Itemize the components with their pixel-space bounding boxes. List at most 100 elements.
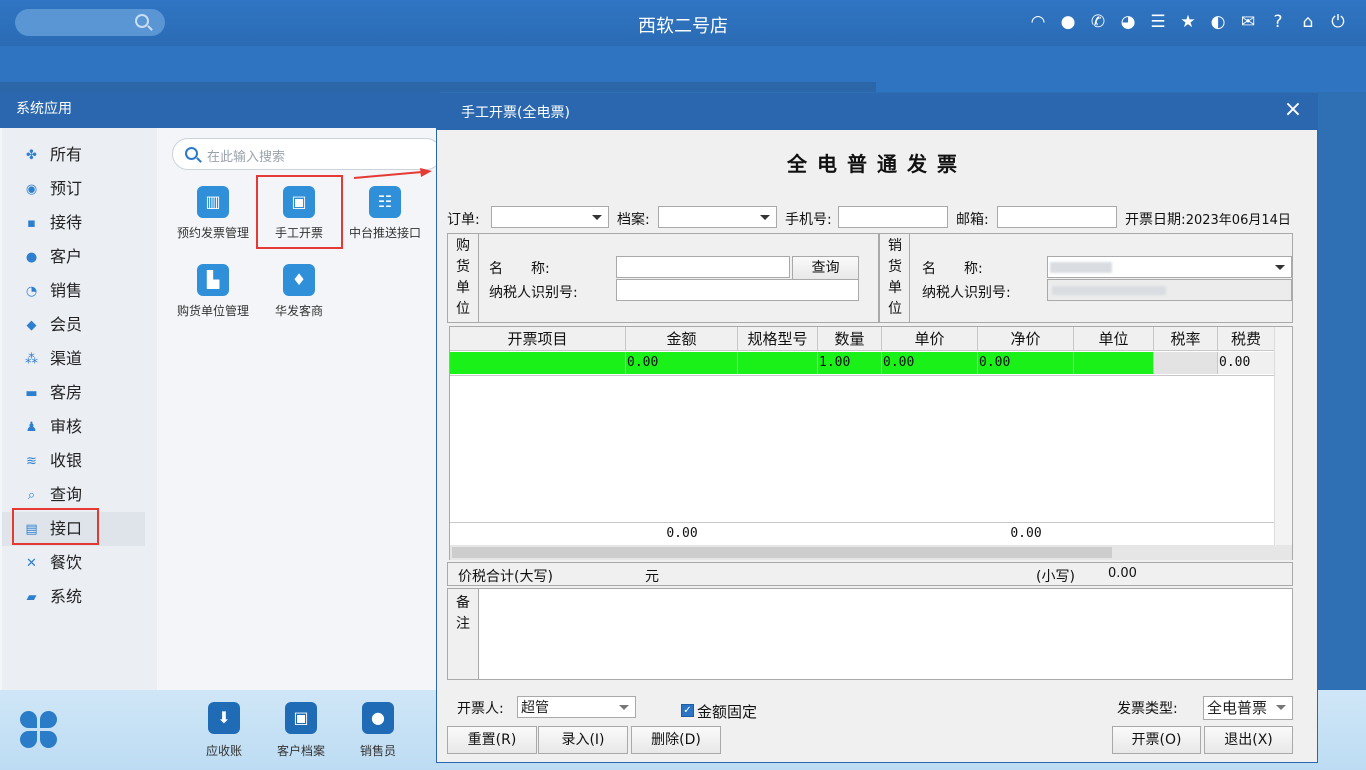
delete-button[interactable]: 删除(D) xyxy=(631,726,721,754)
home-icon[interactable]: ⌂ xyxy=(1298,11,1318,33)
sidebar-item-rooms[interactable]: ▬ 客房 xyxy=(2,376,157,410)
sidebar-item-query[interactable]: ⌕ 查询 xyxy=(2,478,157,512)
email-input[interactable] xyxy=(997,206,1117,228)
diamond-icon: ◆ xyxy=(26,318,37,333)
phone-icon[interactable]: ✆ xyxy=(1088,11,1108,33)
buyer-taxid-input[interactable] xyxy=(616,279,859,301)
sidebar-item-channel[interactable]: ⁂ 渠道 xyxy=(2,342,157,376)
menu-icon[interactable]: ☰ xyxy=(1148,11,1168,33)
exit-button[interactable]: 退出(X) xyxy=(1204,726,1293,754)
sidebar-item-audit[interactable]: ♟ 审核 xyxy=(2,410,157,444)
cell-unit[interactable] xyxy=(1074,352,1154,374)
dock-app-receivables[interactable]: ⬇ 应收账 xyxy=(184,702,264,759)
phone-input[interactable] xyxy=(838,206,948,228)
seller-name-label: 名 称: xyxy=(922,261,983,277)
app-search-input[interactable]: 在此输入搜索 xyxy=(172,138,442,170)
order-select[interactable] xyxy=(491,206,609,228)
highlight-manual-invoice xyxy=(256,175,343,249)
issuer-select[interactable]: 超管 xyxy=(517,696,636,718)
sidebar-item-all[interactable]: ✤ 所有 xyxy=(2,138,157,172)
buyer-name-input[interactable] xyxy=(616,256,790,278)
total-upper-value: 元 xyxy=(645,569,659,585)
query-button[interactable]: 查询 xyxy=(792,256,859,280)
dialog-header: 手工开票(全电票) × xyxy=(437,94,1317,130)
buyer-section-label: 购货单位 xyxy=(456,238,470,317)
cell-amount[interactable]: 0.00 xyxy=(626,352,738,374)
archive-select[interactable] xyxy=(658,206,777,228)
wifi-icon[interactable]: ◠ xyxy=(1028,11,1048,33)
app-buyer-management[interactable]: ▙ 购货单位管理 xyxy=(170,256,256,326)
total-lower-value: 0.00 xyxy=(1108,566,1137,581)
sidebar-item-sales[interactable]: ◔ 销售 xyxy=(2,274,157,308)
theme-icon[interactable]: ◐ xyxy=(1208,11,1228,33)
palette-icon[interactable]: ◕ xyxy=(1118,11,1138,33)
highlight-interface xyxy=(12,508,99,545)
pie-icon: ◔ xyxy=(25,284,38,299)
chevron-down-icon xyxy=(1275,265,1285,270)
system-app-title: 系统应用 xyxy=(0,92,440,128)
total-upper-label: 价税合计(大写) xyxy=(458,569,553,585)
cell-spec[interactable] xyxy=(738,352,818,374)
tie-icon: ♦ xyxy=(283,264,315,296)
cell-qty[interactable]: 1.00 xyxy=(818,352,882,374)
sidebar-item-dining[interactable]: ✕ 餐饮 xyxy=(2,546,157,580)
top-bar: 西软二号店 ◠ ● ✆ ◕ ☰ ★ ◐ ✉ ? ⌂ ⏻ xyxy=(0,0,1366,46)
archive-label: 档案: xyxy=(617,212,650,228)
app-huafa-merchant[interactable]: ♦ 华发客商 xyxy=(256,256,342,326)
invoice-icon: ▥ xyxy=(197,186,229,218)
sidebar-item-booking[interactable]: ◉ 预订 xyxy=(2,172,157,206)
app-reservation-invoice[interactable]: ▥ 预约发票管理 xyxy=(170,178,256,248)
issue-invoice-button[interactable]: 开票(O) xyxy=(1112,726,1201,754)
sidebar-item-member[interactable]: ◆ 会员 xyxy=(2,308,157,342)
email-label: 邮箱: xyxy=(956,212,989,228)
invoice-type-label: 发票类型: xyxy=(1117,701,1178,717)
cell-price[interactable]: 0.00 xyxy=(882,352,978,374)
network-icon: ⁂ xyxy=(25,352,38,367)
sidebar: ✤ 所有 ◉ 预订 ▪ 接待 ● 客户 ◔ 销售 ◆ 会员 ⁂ 渠道 ▬ 客房 ♟ 审核 ≋ 收银 … xyxy=(2,128,157,692)
close-icon[interactable]: × xyxy=(1283,99,1303,121)
building-icon: ▙ xyxy=(197,264,229,296)
power-icon[interactable]: ⏻ xyxy=(1328,11,1348,33)
sidebar-item-system[interactable]: ▰ 系统 xyxy=(2,580,157,614)
help-icon[interactable]: ? xyxy=(1268,11,1288,33)
scrollbar-thumb[interactable] xyxy=(452,547,1112,558)
app-midplatform-push[interactable]: ☷ 中台推送接口 xyxy=(342,178,428,248)
seller-name-select[interactable] xyxy=(1047,256,1292,278)
background-band-dark xyxy=(0,82,876,92)
bed-icon: ▬ xyxy=(25,386,38,401)
system-app-window: 系统应用 ✤ 所有 ◉ 预订 ▪ 接待 ● 客户 ◔ 销售 ◆ 会员 ⁂ 渠道 ▬ 客房 ♟ 审核… xyxy=(0,92,442,692)
arrow-annotation xyxy=(353,168,432,179)
sidebar-item-reception[interactable]: ▪ 接待 xyxy=(2,206,157,240)
invoice-type-select[interactable]: 全电普票 xyxy=(1203,696,1293,720)
fixed-amount-checkbox[interactable]: ✓ xyxy=(681,704,694,717)
col-net: 净价 xyxy=(978,327,1074,351)
cell-net[interactable]: 0.00 xyxy=(978,352,1074,374)
reset-button[interactable]: 重置(R) xyxy=(447,726,537,754)
top-toolbar: ◠ ● ✆ ◕ ☰ ★ ◐ ✉ ? ⌂ ⏻ xyxy=(1028,11,1348,33)
profile-card-icon: ▣ xyxy=(285,702,317,734)
dock-app-customer-profile[interactable]: ▣ 客户档案 xyxy=(261,702,341,759)
invoice-items-table[interactable]: 开票项目 金额 规格型号 数量 单价 净价 单位 税率 税费 0.00 1.00… xyxy=(449,326,1293,560)
vertical-scrollbar[interactable] xyxy=(1274,327,1292,545)
remark-textarea[interactable] xyxy=(480,589,1292,679)
star-icon[interactable]: ★ xyxy=(1178,11,1198,33)
invoice-date-label: 开票日期:2023年06月14日 xyxy=(1125,212,1291,228)
mail-icon[interactable]: ✉ xyxy=(1238,11,1258,33)
sidebar-item-cashier[interactable]: ≋ 收银 xyxy=(2,444,157,478)
horizontal-scrollbar[interactable] xyxy=(450,545,1292,560)
table-header: 开票项目 金额 规格型号 数量 单价 净价 单位 税率 税费 xyxy=(450,327,1274,351)
app-logo-icon[interactable] xyxy=(20,711,58,749)
cell-rate[interactable] xyxy=(1154,352,1218,374)
col-rate: 税率 xyxy=(1154,327,1218,351)
person-icon: ● xyxy=(25,250,38,265)
buyer-panel: 购货单位 名 称: 查询 纳税人识别号: xyxy=(447,233,879,323)
chat-icon[interactable]: ● xyxy=(1058,11,1078,33)
enter-button[interactable]: 录入(I) xyxy=(538,726,628,754)
buyer-name-label: 名 称: xyxy=(489,261,550,277)
cell-item[interactable] xyxy=(450,352,626,374)
dock-app-salesperson[interactable]: ● 销售员 xyxy=(338,702,418,759)
search-icon xyxy=(185,147,198,160)
sidebar-item-customer[interactable]: ● 客户 xyxy=(2,240,157,274)
order-label: 订单: xyxy=(447,212,480,228)
col-unit: 单位 xyxy=(1074,327,1154,351)
